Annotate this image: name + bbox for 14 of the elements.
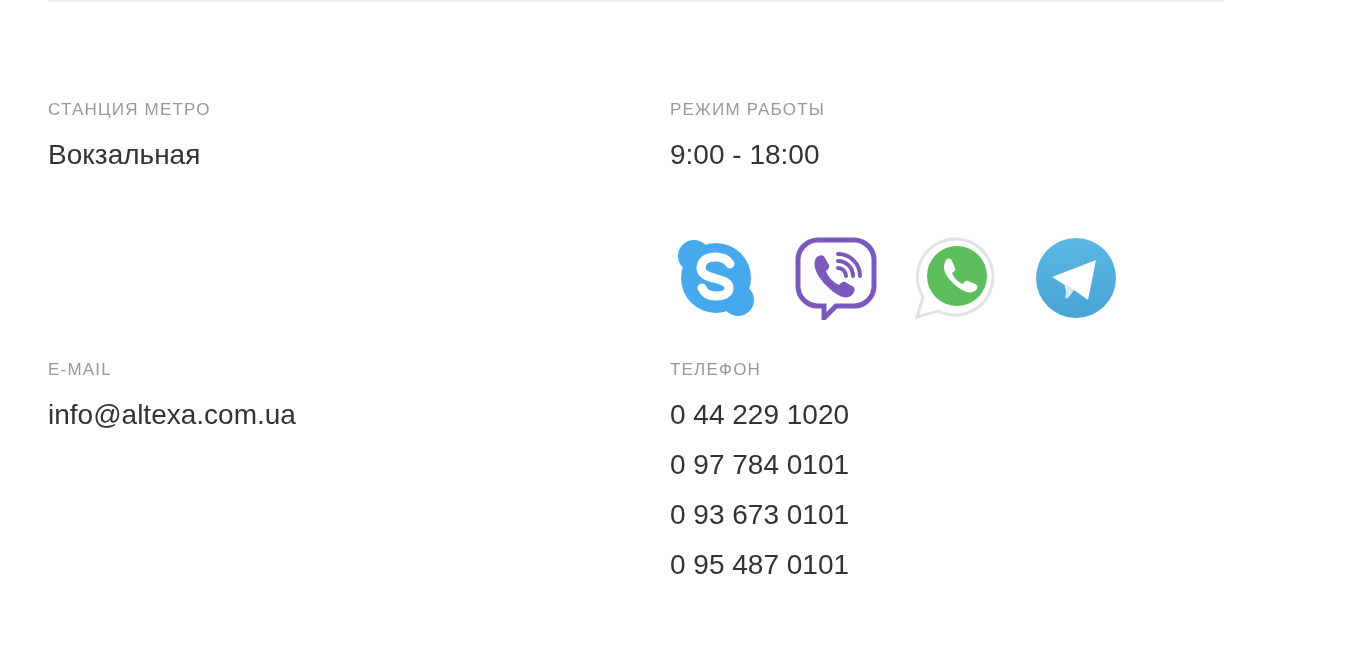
phone-bubble-icon[interactable] — [794, 236, 878, 320]
phone-number[interactable]: 0 44 229 1020 — [670, 390, 850, 440]
paper-plane-icon[interactable] — [1034, 236, 1118, 320]
phone-number[interactable]: 0 95 487 0101 — [670, 540, 850, 590]
phone-number[interactable]: 0 93 673 0101 — [670, 490, 850, 540]
field-value: Вокзальная — [48, 138, 201, 172]
email-link[interactable]: info@altexa.com.ua — [48, 390, 296, 440]
field-label: РЕЖИМ РАБОТЫ — [670, 100, 826, 120]
field-label: СТАНЦИЯ МЕТРО — [48, 100, 211, 120]
field-value: 9:00 - 18:00 — [670, 138, 820, 172]
field-label: ТЕЛЕФОН — [670, 360, 762, 380]
field-label: E-MAIL — [48, 360, 112, 380]
phone-number[interactable]: 0 97 784 0101 — [670, 440, 850, 490]
phone-bubble-icon[interactable] — [914, 236, 998, 320]
